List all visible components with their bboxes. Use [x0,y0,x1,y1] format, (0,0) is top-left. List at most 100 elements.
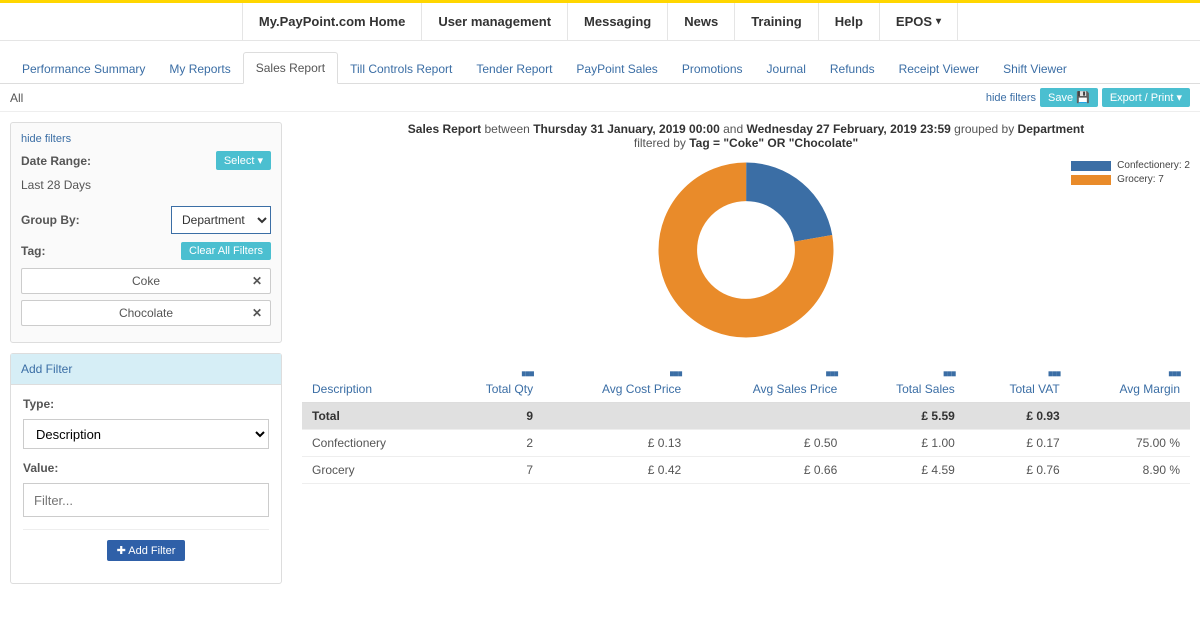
column-header[interactable]: ▮▮▮ Avg Cost Price [543,360,691,403]
table-cell: 7 [442,457,543,484]
filters-panel: hide filters Date Range: Select ▾ Last 2… [10,122,282,343]
hide-filters-link-sidebar[interactable]: hide filters [21,133,271,145]
main-nav-item[interactable]: EPOS▾ [880,3,958,40]
report-tab[interactable]: Promotions [670,54,755,84]
export-print-button[interactable]: Export / Print ▾ [1102,88,1190,107]
tag-chip-label: Chocolate [119,306,173,320]
table-cell: Total [302,403,442,430]
add-filter-button-label: Add Filter [128,545,175,557]
chevron-down-icon: ▾ [257,155,263,167]
save-button[interactable]: Save 💾 [1040,88,1098,107]
filter-sidebar: hide filters Date Range: Select ▾ Last 2… [10,122,282,584]
table-cell: 2 [442,430,543,457]
tag-label: Tag: [21,244,45,258]
data-table: ▮▮▮Description▮▮▮Total Qty▮▮▮Avg Cost Pr… [302,360,1190,484]
main-nav-item[interactable]: News [668,3,735,40]
bar-chart-icon: ▮▮▮ [943,370,955,378]
table-cell: 8.90 % [1070,457,1190,484]
table-cell: 9 [442,403,543,430]
date-range-select-label: Select [224,155,255,167]
table-cell [1070,403,1190,430]
toolbar: All hide filters Save 💾 Export / Print ▾ [0,84,1200,112]
report-tab[interactable]: Performance Summary [10,54,157,84]
export-button-label: Export / Print [1110,92,1174,104]
table-cell: £ 0.66 [691,457,847,484]
legend-label: Confectionery: 2 [1117,160,1190,171]
report-tabs: Performance SummaryMy ReportsSales Repor… [0,41,1200,84]
bar-chart-icon: ▮▮▮ [669,370,681,378]
main-nav: My.PayPoint.com HomeUser managementMessa… [0,3,1200,41]
report-tab[interactable]: Till Controls Report [338,54,464,84]
table-cell: £ 0.13 [543,430,691,457]
chart-legend: Confectionery: 2 Grocery: 7 [1071,160,1190,188]
column-header-label: Avg Cost Price [553,382,681,396]
table-cell: £ 0.42 [543,457,691,484]
date-range-select-button[interactable]: Select ▾ [216,151,271,170]
bar-chart-icon: ▮▮▮ [1168,370,1180,378]
column-header[interactable]: ▮▮▮ Total Sales [847,360,965,403]
column-header[interactable]: ▮▮▮Description [302,360,442,403]
main-nav-item[interactable]: My.PayPoint.com Home [242,3,422,40]
column-header-label: Total Sales [857,382,955,396]
main-nav-item[interactable]: User management [422,3,568,40]
column-header[interactable]: ▮▮▮ Avg Margin [1070,360,1190,403]
bar-chart-icon: ▮▮▮ [1048,370,1060,378]
remove-tag-icon[interactable]: ✕ [252,274,262,288]
table-row: Confectionery2£ 0.13£ 0.50£ 1.00£ 0.1775… [302,430,1190,457]
report-tab[interactable]: Receipt Viewer [887,54,991,84]
report-tab[interactable]: My Reports [157,54,242,84]
table-cell: £ 1.00 [847,430,965,457]
group-by-label: Group By: [21,213,80,227]
date-range-value: Last 28 Days [21,178,271,192]
table-row: Grocery7£ 0.42£ 0.66£ 4.59£ 0.768.90 % [302,457,1190,484]
column-header-label: Avg Margin [1080,382,1180,396]
filter-value-label: Value: [23,461,269,475]
legend-item: Grocery: 7 [1071,174,1190,185]
report-tab[interactable]: Sales Report [243,52,338,84]
table-cell: £ 0.93 [965,403,1070,430]
table-cell: £ 0.50 [691,430,847,457]
breadcrumb: All [10,91,23,105]
bar-chart-icon: ▮▮▮ [521,370,533,378]
column-header-label: Description [312,382,432,396]
main-nav-item[interactable]: Help [819,3,880,40]
report-main: Sales Report between Thursday 31 January… [302,122,1190,584]
add-filter-button[interactable]: ✚ Add Filter [107,540,186,561]
column-header-label: Total VAT [975,382,1060,396]
column-header[interactable]: ▮▮▮Avg Sales Price [691,360,847,403]
column-header-label: Avg Sales Price [701,382,837,396]
filter-type-select[interactable]: Description [23,419,269,449]
report-tab[interactable]: Tender Report [464,54,564,84]
table-cell: £ 0.76 [965,457,1070,484]
report-tab[interactable]: Refunds [818,54,887,84]
plus-icon: ✚ [117,545,129,557]
save-button-label: Save [1048,92,1073,104]
column-header[interactable]: ▮▮▮Total Qty [442,360,543,403]
table-cell: £ 4.59 [847,457,965,484]
save-icon: 💾 [1076,92,1090,104]
table-cell [691,403,847,430]
legend-swatch [1071,175,1111,185]
group-by-select[interactable]: Department [171,206,271,234]
legend-item: Confectionery: 2 [1071,160,1190,171]
report-tab[interactable]: PayPoint Sales [564,54,669,84]
table-cell: £ 5.59 [847,403,965,430]
main-nav-item[interactable]: Messaging [568,3,668,40]
report-summary-text: Sales Report between Thursday 31 January… [302,122,1190,150]
report-tab[interactable]: Journal [755,54,818,84]
report-tab[interactable]: Shift Viewer [991,54,1079,84]
hide-filters-link[interactable]: hide filters [986,92,1036,104]
table-cell: 75.00 % [1070,430,1190,457]
remove-tag-icon[interactable]: ✕ [252,306,262,320]
tag-chip: Coke ✕ [21,268,271,294]
legend-label: Grocery: 7 [1117,174,1164,185]
main-nav-item[interactable]: Training [735,3,819,40]
donut-slice [678,182,814,318]
column-header[interactable]: ▮▮▮ Total VAT [965,360,1070,403]
add-filter-header: Add Filter [11,354,281,385]
tag-chip-label: Coke [132,274,160,288]
filter-value-input[interactable] [23,483,269,517]
table-cell: £ 0.17 [965,430,1070,457]
clear-all-filters-button[interactable]: Clear All Filters [181,242,271,260]
total-row: Total9 £ 5.59£ 0.93 [302,403,1190,430]
